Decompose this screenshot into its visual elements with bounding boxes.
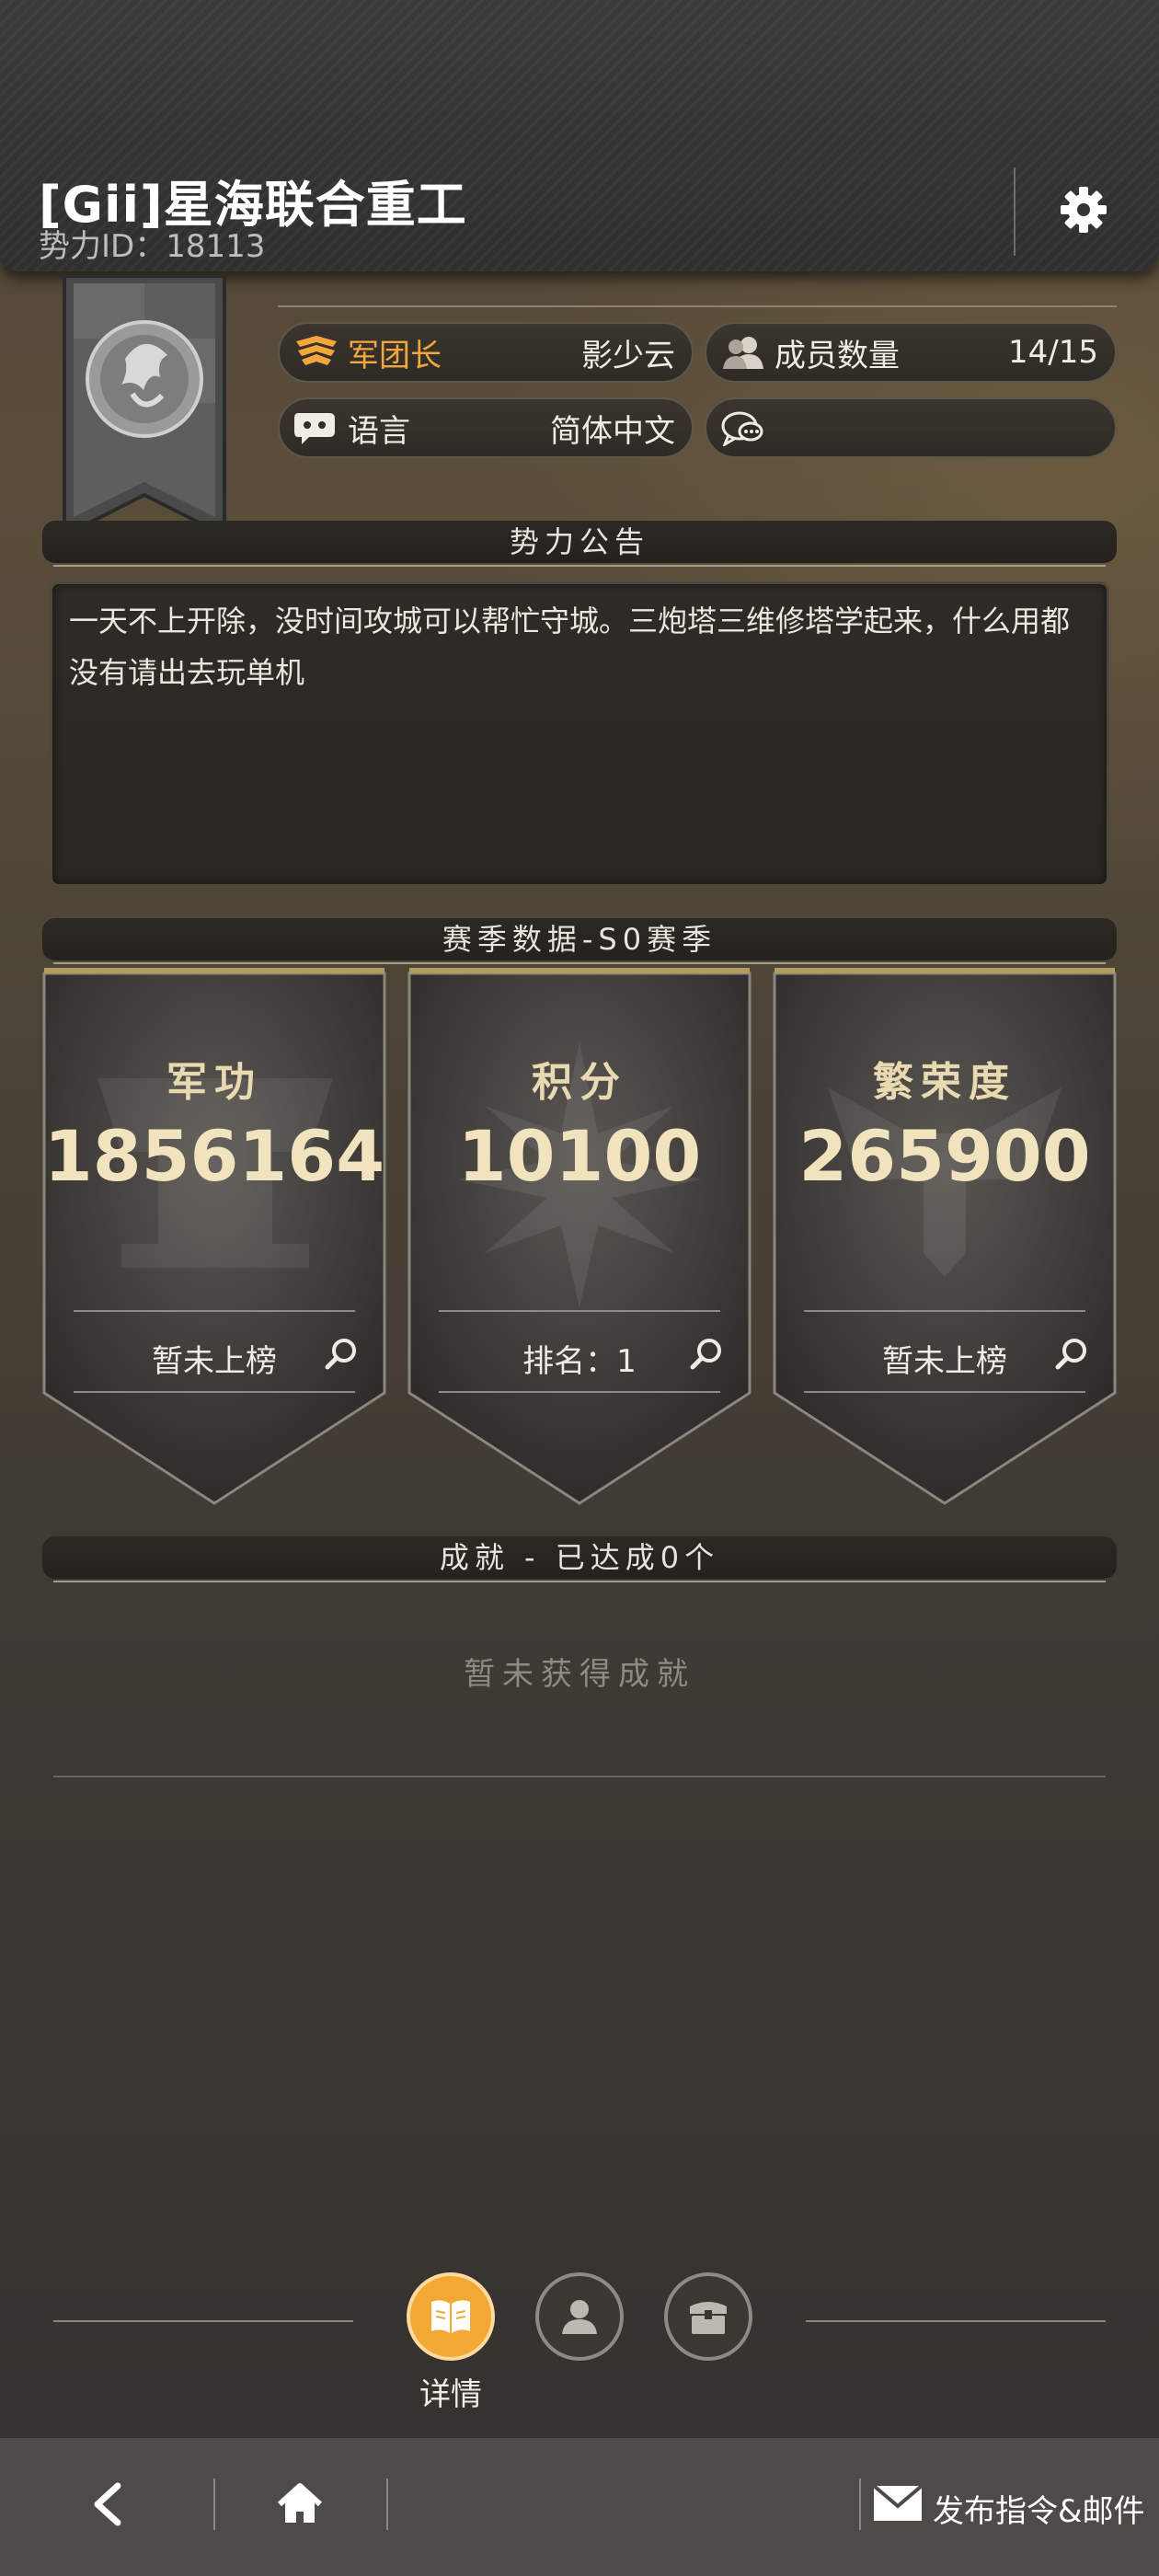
language-pill[interactable]: 语言 简体中文 [278,397,694,458]
stat-label: 积分 [532,1059,627,1106]
tab-storage[interactable] [664,2272,752,2361]
back-arrow-icon[interactable] [85,2478,136,2530]
chat-bubble-icon [721,411,763,446]
stat-label: 繁荣度 [873,1059,1016,1106]
members-value: 14/15 [1008,334,1098,371]
stat-card-score[interactable]: 积分 10100 排名：1 [407,968,752,1505]
card-divider [439,1310,720,1312]
language-label: 语言 [348,412,410,450]
achievements-title: 成就 - 已达成0个 [42,1536,1117,1582]
achievements-empty-text: 暂未获得成就 [464,1656,695,1693]
mail-button-label[interactable]: 发布指令&邮件 [933,2486,1145,2531]
achievements-rule [53,1776,1106,1777]
tab-rule-left [53,2320,353,2322]
search-icon[interactable] [1054,1336,1091,1373]
card-divider [74,1391,355,1393]
announcement-text: 一天不上开除，没时间攻城可以帮忙守城。三炮塔三维修塔学起来，什么用都没有请出去玩… [50,581,1109,887]
speech-bubble-icon [294,413,335,444]
mail-icon[interactable] [872,2484,924,2523]
leader-value: 影少云 [581,337,675,374]
card-divider [74,1310,355,1312]
rank-chevron-icon [296,336,337,365]
leader-pill[interactable]: 军团长 影少云 [278,322,694,383]
home-icon[interactable] [276,2480,324,2528]
card-divider [804,1391,1085,1393]
chest-icon [690,2302,727,2334]
gear-icon[interactable] [1056,182,1111,237]
header-divider [1014,167,1016,256]
nav-divider [213,2478,215,2530]
chat-pill[interactable] [705,397,1117,458]
season-title: 赛季数据-S0赛季 [42,918,1117,964]
tab-members[interactable] [535,2272,624,2361]
book-icon [431,2300,470,2333]
faction-emblem[interactable] [61,276,228,543]
stat-card-merit[interactable]: 军功 1856164 暂未上榜 [42,968,386,1505]
faction-detail-screen: [Gii]星海联合重工 势力ID：18113 军团长 影少云 成员数量 14/1… [0,0,1159,2576]
card-divider [804,1310,1085,1312]
tab-details[interactable] [407,2272,495,2361]
tab-rule-right [806,2320,1106,2322]
stat-value: 1856164 [43,1115,385,1197]
person-icon [562,2300,597,2334]
search-icon[interactable] [689,1336,726,1373]
language-value: 简体中文 [550,412,675,450]
stat-label: 军功 [166,1059,262,1106]
members-pill[interactable]: 成员数量 14/15 [705,322,1117,383]
card-divider [439,1391,720,1393]
members-icon [723,337,763,369]
stat-value: 10100 [457,1115,702,1197]
stat-value: 265900 [798,1115,1091,1197]
members-label: 成员数量 [775,337,900,374]
faction-id: 势力ID：18113 [39,228,266,265]
nav-divider [386,2478,388,2530]
tab-details-label: 详情 [419,2376,482,2413]
stat-card-prosperity[interactable]: 繁荣度 265900 暂未上榜 [773,968,1117,1505]
info-top-rule [278,305,1117,307]
nav-divider [859,2478,861,2530]
header-bar: [Gii]星海联合重工 势力ID：18113 [0,0,1159,271]
announcement-title: 势力公告 [42,521,1117,567]
leader-label: 军团长 [348,337,442,374]
search-icon[interactable] [324,1336,361,1373]
